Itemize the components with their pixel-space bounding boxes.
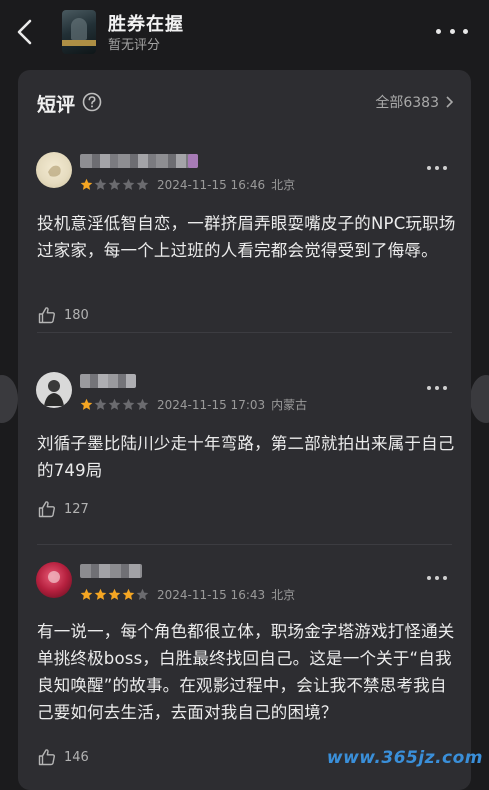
all-reviews-count: 全部6383 bbox=[375, 95, 439, 111]
review-location: 内蒙古 bbox=[271, 398, 308, 412]
star-filled-icon bbox=[80, 398, 93, 410]
like-button[interactable]: 180 bbox=[38, 306, 89, 324]
back-arrow-icon[interactable] bbox=[14, 18, 38, 46]
like-count: 180 bbox=[64, 307, 89, 323]
review-time: 2024-11-15 16:46 bbox=[157, 177, 266, 192]
review-text: 有一说一，每个角色都很立体，职场金字塔游戏打怪通关单挑终极boss，白胜最终找回… bbox=[37, 622, 455, 722]
more-options-icon[interactable] bbox=[436, 22, 468, 40]
star-empty-icon bbox=[122, 178, 135, 190]
review-more-icon[interactable] bbox=[427, 386, 447, 392]
help-icon[interactable] bbox=[82, 92, 102, 112]
review-time: 2024-11-15 17:03 bbox=[157, 397, 266, 412]
like-count: 127 bbox=[64, 501, 89, 517]
star-empty-icon bbox=[108, 398, 121, 410]
thumbs-up-icon bbox=[38, 501, 55, 518]
movie-title: 胜券在握 bbox=[108, 14, 184, 35]
star-empty-icon bbox=[136, 178, 149, 190]
avatar[interactable] bbox=[36, 562, 72, 598]
star-rating bbox=[80, 398, 149, 411]
top-bar: 胜券在握 暂无评分 bbox=[0, 0, 489, 64]
watermark: www.365jz.com bbox=[326, 748, 483, 768]
star-filled-icon bbox=[80, 588, 93, 600]
divider bbox=[37, 332, 452, 333]
username-obscured[interactable] bbox=[80, 564, 142, 578]
review-meta: 2024-11-15 16:46 北京 bbox=[80, 176, 295, 193]
star-rating bbox=[80, 588, 149, 601]
review-location: 北京 bbox=[271, 178, 296, 192]
star-filled-icon bbox=[108, 588, 121, 600]
star-empty-icon bbox=[136, 588, 149, 600]
chevron-right-icon bbox=[446, 96, 453, 108]
divider bbox=[37, 544, 452, 545]
all-reviews-link[interactable]: 全部6383 bbox=[375, 92, 453, 112]
review-more-icon[interactable] bbox=[427, 166, 447, 172]
star-empty-icon bbox=[94, 398, 107, 410]
review-meta: 2024-11-15 16:43 北京 bbox=[80, 586, 295, 603]
avatar[interactable] bbox=[36, 372, 72, 408]
next-page-edge[interactable] bbox=[470, 375, 489, 423]
like-button[interactable]: 127 bbox=[38, 500, 89, 518]
username-obscured[interactable] bbox=[80, 374, 136, 388]
review-location: 北京 bbox=[271, 588, 296, 602]
review-meta: 2024-11-15 17:03 内蒙古 bbox=[80, 396, 307, 413]
star-empty-icon bbox=[108, 178, 121, 190]
star-filled-icon bbox=[122, 588, 135, 600]
star-empty-icon bbox=[122, 398, 135, 410]
thumbs-up-icon bbox=[38, 749, 55, 766]
star-rating bbox=[80, 178, 149, 191]
star-filled-icon bbox=[80, 178, 93, 190]
movie-poster-thumbnail[interactable] bbox=[62, 10, 96, 54]
review-text: 投机意淫低智自恋，一群挤眉弄眼耍嘴皮子的NPC玩职场过家家，每一个上过班的人看完… bbox=[37, 214, 456, 260]
star-empty-icon bbox=[94, 178, 107, 190]
rating-status: 暂无评分 bbox=[108, 38, 161, 53]
section-title: 短评 bbox=[37, 94, 76, 116]
username-obscured[interactable] bbox=[80, 154, 198, 168]
review-text: 刘循子墨比陆川少走十年弯路，第二部就拍出来属于自己的749局 bbox=[37, 434, 455, 480]
review-time: 2024-11-15 16:43 bbox=[157, 587, 266, 602]
thumbs-up-icon bbox=[38, 307, 55, 324]
like-count: 146 bbox=[64, 749, 89, 765]
like-button[interactable]: 146 bbox=[38, 748, 89, 766]
review-more-icon[interactable] bbox=[427, 576, 447, 582]
prev-page-edge[interactable] bbox=[0, 375, 18, 423]
avatar[interactable] bbox=[36, 152, 72, 188]
star-empty-icon bbox=[136, 398, 149, 410]
star-filled-icon bbox=[94, 588, 107, 600]
short-reviews-card: 短评 全部6383 2024-11-15 16:46 北京 投机意淫低智自恋，一… bbox=[18, 70, 471, 790]
